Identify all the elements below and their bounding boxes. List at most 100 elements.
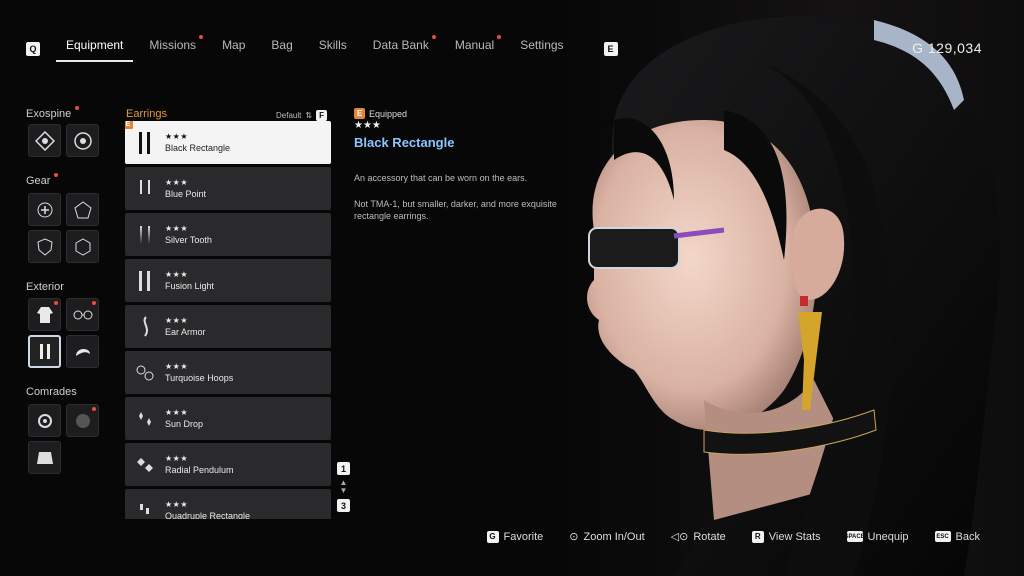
- view-stats-action[interactable]: R View Stats: [751, 530, 821, 543]
- character-portrait[interactable]: [554, 0, 1024, 576]
- category-exospine: Exospine: [26, 106, 80, 120]
- tab-missions-label: Missions: [149, 38, 197, 52]
- notification-dot: [497, 35, 502, 39]
- list-item[interactable]: ★★★ Silver Tooth: [125, 213, 331, 256]
- sort-arrows-icon: ⇅: [305, 111, 313, 120]
- rotate-label: Rotate: [693, 530, 726, 543]
- list-item[interactable]: ★★★ Sun Drop: [125, 397, 331, 440]
- list-pager[interactable]: 1 ▲ ▼ 3: [337, 462, 350, 512]
- next-tab-key[interactable]: E: [603, 42, 618, 56]
- unequip-action[interactable]: SPACE Unequip: [844, 530, 909, 543]
- notification-dot: [199, 35, 204, 39]
- comrade-slot-2[interactable]: [66, 404, 99, 437]
- item-name: Radial Pendulum: [165, 465, 234, 475]
- top-nav: Q Equipment Missions Map Bag Skills Data…: [26, 35, 618, 62]
- tab-map[interactable]: Map: [222, 38, 245, 60]
- tab-skills[interactable]: Skills: [319, 38, 347, 60]
- earrings-icon: [39, 343, 50, 359]
- item-stars: ★★★: [165, 454, 189, 463]
- item-stars: ★★★: [165, 316, 189, 325]
- page-current: 1: [337, 462, 350, 475]
- notification-dot: [54, 301, 58, 305]
- detail-stars: ★★★: [354, 120, 381, 131]
- earring-point-icon: [125, 176, 165, 202]
- tab-data-bank[interactable]: Data Bank: [372, 35, 436, 60]
- comrade-outfit-icon: [36, 451, 53, 464]
- favorite-key: G: [486, 530, 499, 543]
- exterior-slot-hair[interactable]: [66, 335, 99, 368]
- item-stars: ★★★: [165, 224, 189, 233]
- gear-slot-1[interactable]: [28, 193, 61, 226]
- earring-hoops-icon: [125, 360, 165, 386]
- list-item[interactable]: E ★★★ Black Rectangle: [125, 121, 331, 164]
- earrings-list[interactable]: E ★★★ Black Rectangle ★★★ Blue Point ★★★ Si…: [125, 121, 331, 519]
- glasses-icon: [73, 310, 92, 319]
- earring-sundrop-icon: [125, 406, 165, 432]
- gear-hexagon-icon: [75, 237, 90, 256]
- item-stars: ★★★: [165, 178, 189, 187]
- gear-slot-4[interactable]: [66, 230, 99, 263]
- tab-missions[interactable]: Missions: [149, 35, 204, 60]
- tab-bag[interactable]: Bag: [271, 38, 292, 60]
- earring-quadruple-icon: [125, 498, 165, 520]
- earring-fusion-icon: [125, 268, 165, 294]
- notification-dot: [54, 173, 59, 177]
- tab-settings[interactable]: Settings: [520, 38, 563, 60]
- exterior-slot-suit[interactable]: [28, 298, 61, 331]
- hair-icon: [75, 348, 90, 356]
- prev-tab-key[interactable]: Q: [26, 42, 40, 56]
- tab-equipment[interactable]: Equipment: [55, 38, 134, 62]
- earring-pendulum-icon: [125, 452, 165, 478]
- item-stars: ★★★: [165, 362, 189, 371]
- gear-shield-icon: [36, 237, 53, 256]
- list-title: Earrings: [126, 108, 167, 120]
- item-stars: ★★★: [165, 270, 189, 279]
- unequip-label: Unequip: [867, 530, 909, 543]
- notification-dot: [92, 407, 96, 411]
- exospine-slot-1[interactable]: [28, 124, 61, 157]
- equipped-key: E: [354, 108, 365, 119]
- comrade-slot-3[interactable]: [28, 441, 61, 474]
- category-comrades: Comrades: [26, 386, 77, 398]
- exterior-slot-earrings[interactable]: [28, 335, 61, 368]
- zoom-label: Zoom In/Out: [583, 530, 645, 543]
- exterior-slot-glasses[interactable]: [66, 298, 99, 331]
- tab-manual[interactable]: Manual: [455, 35, 502, 60]
- category-exterior: Exterior: [26, 281, 64, 293]
- sort-label: Default: [276, 111, 302, 120]
- list-item[interactable]: ★★★ Radial Pendulum: [125, 443, 331, 486]
- gear-slot-2[interactable]: [66, 193, 99, 226]
- tab-data-bank-label: Data Bank: [372, 38, 429, 52]
- item-stars: ★★★: [165, 408, 189, 417]
- action-bar: G Favorite ⊙ Zoom In/Out ◁⊙ Rotate R Vie…: [486, 530, 980, 544]
- equipped-label: Equipped: [369, 108, 408, 119]
- favorite-action[interactable]: G Favorite: [486, 530, 544, 543]
- list-item[interactable]: ★★★ Turquoise Hoops: [125, 351, 331, 394]
- list-item[interactable]: ★★★ Quadruple Rectangle: [125, 489, 331, 519]
- list-item[interactable]: ★★★ Blue Point: [125, 167, 331, 210]
- item-name: Turquoise Hoops: [165, 373, 234, 383]
- equipped-tag: E: [125, 121, 133, 129]
- category-label: Comrades: [26, 386, 77, 398]
- list-item[interactable]: ★★★ Ear Armor: [125, 305, 331, 348]
- rotate-action[interactable]: ◁⊙ Rotate: [671, 530, 726, 544]
- zoom-action[interactable]: ⊙ Zoom In/Out: [569, 530, 645, 544]
- exospine-slot-2[interactable]: [66, 124, 99, 157]
- stats-label: View Stats: [768, 530, 821, 543]
- page-arrows-icon: ▲ ▼: [339, 478, 348, 495]
- back-action[interactable]: ESC Back: [934, 531, 980, 543]
- favorite-label: Favorite: [503, 530, 544, 543]
- item-stars: ★★★: [165, 132, 189, 141]
- gear-slot-3[interactable]: [28, 230, 61, 263]
- category-label: Exospine: [26, 108, 72, 120]
- item-name: Black Rectangle: [165, 143, 231, 153]
- item-name: Quadruple Rectangle: [165, 511, 251, 519]
- detail-lore: Not TMA-1, but smaller, darker, and more…: [354, 199, 557, 221]
- gear-pentagon-icon: [73, 200, 92, 218]
- category-label: Exterior: [26, 281, 64, 293]
- comrade-slot-1[interactable]: [28, 404, 61, 437]
- item-name: Ear Armor: [165, 327, 206, 337]
- equipped-badge: E Equipped: [354, 108, 594, 119]
- sort-control[interactable]: Default ⇅ F: [276, 110, 328, 121]
- list-item[interactable]: ★★★ Fusion Light: [125, 259, 331, 302]
